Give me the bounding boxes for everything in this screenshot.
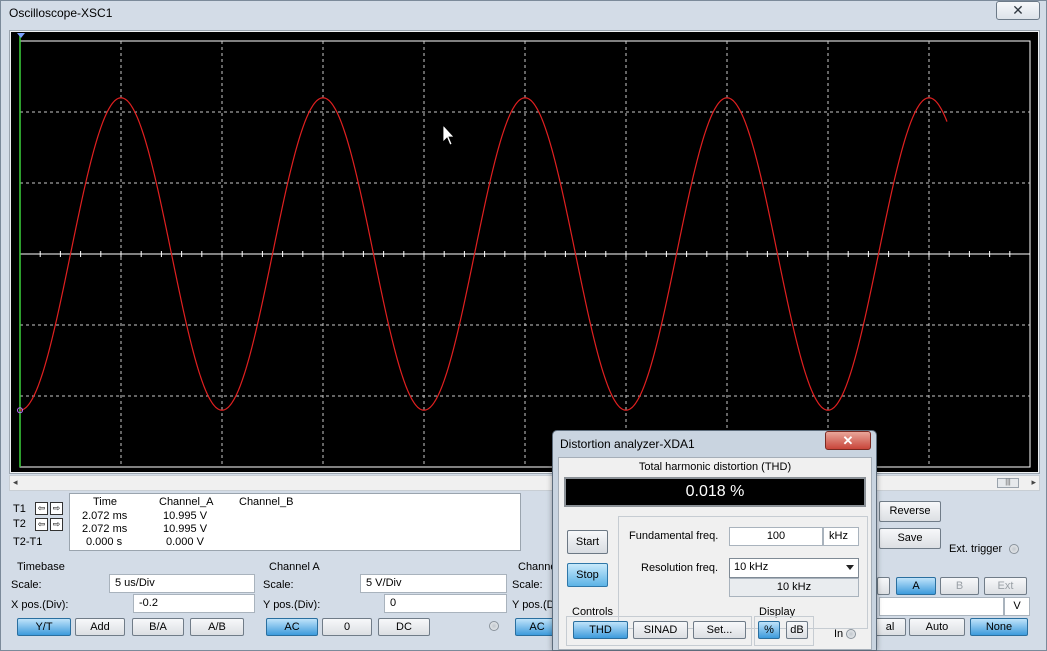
t2-right-arrow-icon[interactable]: ⇨ <box>50 518 63 531</box>
fundamental-freq-field[interactable]: 100 <box>729 527 823 546</box>
channel-b-ypos-label: Y pos.(Di <box>512 599 558 611</box>
channel-b-scale-label: Scale: <box>512 579 543 591</box>
channel-a-ac-button[interactable]: AC <box>266 618 318 636</box>
channel-a-indicator-icon <box>489 621 499 631</box>
source-b-button[interactable]: B <box>940 577 979 595</box>
db-button[interactable]: dB <box>786 621 808 639</box>
mode-normal-button-partial[interactable]: al <box>874 618 906 636</box>
yt-button[interactable]: Y/T <box>17 618 71 636</box>
fundamental-freq-unit[interactable]: kHz <box>823 527 859 546</box>
t1-label: T1 <box>13 503 26 515</box>
in-label: In <box>834 628 844 640</box>
channel-a-dc-button[interactable]: DC <box>378 618 430 636</box>
header-channel-a: Channel_A <box>159 496 214 508</box>
cursor-readout: T1 ⇦ ⇨ T2 ⇦ ⇨ T2-T1 Time Channel_A Chann… <box>9 493 521 551</box>
timebase-title: Timebase <box>17 561 65 573</box>
resolution-freq-readout: 10 kHz <box>729 578 859 597</box>
t1-left-arrow-icon[interactable]: ⇦ <box>35 502 48 515</box>
channel-b-title: Channe <box>518 561 557 573</box>
resolution-freq-label: Resolution freq. <box>641 562 719 574</box>
distortion-analyzer-body: Total harmonic distortion (THD) 0.018 % … <box>558 457 872 650</box>
t1-right-arrow-icon[interactable]: ⇨ <box>50 502 63 515</box>
trigger-unit-field: V <box>1004 597 1030 616</box>
channel-a-title: Channel A <box>269 561 320 573</box>
thd-title: Total harmonic distortion (THD) <box>638 461 792 473</box>
t1-time: 2.072 ms <box>82 510 128 522</box>
scope-horizontal-scrollbar[interactable]: ◂ ||| ▸ <box>9 475 1040 491</box>
edge-button-partial[interactable] <box>877 577 890 595</box>
save-button[interactable]: Save <box>879 528 941 549</box>
mouse-cursor-icon <box>442 123 455 146</box>
trigger-level-field[interactable] <box>879 597 1004 616</box>
scroll-left-icon[interactable]: ◂ <box>13 477 18 488</box>
oscilloscope-close-button[interactable]: ✕ <box>996 1 1040 20</box>
readout-table: Time Channel_A Channel_B 2.072 ms 10.995… <box>69 493 521 551</box>
stop-button[interactable]: Stop <box>567 563 608 587</box>
timebase-scale-field[interactable]: 5 us/Div <box>109 574 255 593</box>
t1-arrows: ⇦ ⇨ <box>35 502 63 515</box>
header-channel-b: Channel_B <box>239 496 294 508</box>
mode-auto-button[interactable]: Auto <box>909 618 965 636</box>
ext-trigger-indicator-icon[interactable] <box>1009 544 1019 554</box>
add-button[interactable]: Add <box>75 618 125 636</box>
fundamental-freq-label: Fundamental freq. <box>629 530 719 542</box>
start-button[interactable]: Start <box>567 530 608 554</box>
t2-t1-channel-a: 0.000 V <box>166 536 204 548</box>
distortion-analyzer-close-button[interactable]: ✕ <box>825 431 871 450</box>
percent-button[interactable]: % <box>758 621 780 639</box>
channel-a-zero-button[interactable]: 0 <box>322 618 372 636</box>
source-ext-button[interactable]: Ext <box>984 577 1027 595</box>
scroll-thumb[interactable]: ||| <box>997 478 1019 488</box>
t2-time: 2.072 ms <box>82 523 128 535</box>
channel-a-scale-field[interactable]: 5 V/Div <box>360 574 507 593</box>
timebase-xpos-label: X pos.(Div): <box>11 599 69 611</box>
chevron-down-icon <box>846 565 854 570</box>
t1-channel-a: 10.995 V <box>163 510 208 522</box>
ext-trigger-label: Ext. trigger <box>949 543 1003 555</box>
in-terminal-icon[interactable] <box>846 629 856 639</box>
timebase-scale-label: Scale: <box>11 579 42 591</box>
scroll-right-icon[interactable]: ▸ <box>1031 477 1036 488</box>
scope-screen[interactable] <box>11 32 1038 472</box>
oscilloscope-window: Oscilloscope-XSC1 ✕ ◂ ||| ▸ T1 ⇦ ⇨ T2 ⇦ … <box>0 0 1047 651</box>
t2-t1-time: 0.000 s <box>86 536 123 548</box>
header-time: Time <box>93 496 118 508</box>
resolution-freq-value: 10 kHz <box>734 561 769 573</box>
thd-button[interactable]: THD <box>573 621 628 639</box>
t2-t1-label: T2-T1 <box>13 536 43 548</box>
oscilloscope-title: Oscilloscope-XSC1 <box>9 6 113 20</box>
scope-display <box>17 33 1031 468</box>
mode-none-button[interactable]: None <box>970 618 1028 636</box>
channel-a-ypos-field[interactable]: 0 <box>384 594 507 613</box>
cursor-marker-icon <box>17 33 25 38</box>
resolution-freq-select[interactable]: 10 kHz <box>729 558 859 578</box>
t2-left-arrow-icon[interactable]: ⇦ <box>35 518 48 531</box>
distortion-analyzer-title: Distortion analyzer-XDA1 <box>560 437 695 451</box>
set-button[interactable]: Set... <box>693 621 746 639</box>
channel-a-ypos-label: Y pos.(Div): <box>263 599 321 611</box>
t2-channel-a: 10.995 V <box>163 523 208 535</box>
timebase-xpos-field[interactable]: -0.2 <box>133 594 255 613</box>
channel-a-scale-label: Scale: <box>263 579 294 591</box>
t2-label: T2 <box>13 518 26 530</box>
distortion-analyzer-window: Distortion analyzer-XDA1 ✕ Total harmoni… <box>552 430 877 651</box>
source-a-button[interactable]: A <box>896 577 936 595</box>
t2-arrows: ⇦ ⇨ <box>35 518 63 531</box>
b-over-a-button[interactable]: B/A <box>132 618 184 636</box>
sinad-button[interactable]: SINAD <box>633 621 688 639</box>
thd-display: 0.018 % <box>564 477 866 507</box>
a-over-b-button[interactable]: A/B <box>190 618 244 636</box>
reverse-button[interactable]: Reverse <box>879 501 941 522</box>
